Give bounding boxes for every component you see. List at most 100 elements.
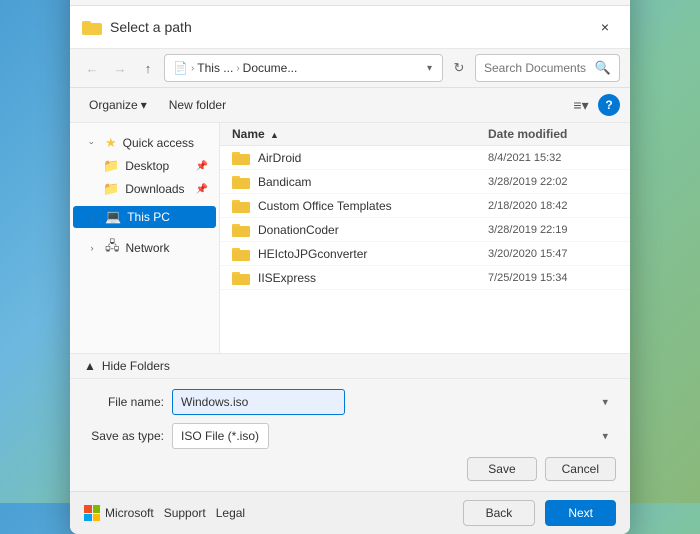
file-rows-container: AirDroid 8/4/2021 15:32 Bandicam 3/28/20… <box>220 146 630 290</box>
downloads-label: Downloads <box>125 182 184 196</box>
bottom-area: File name: Save as type: ISO File (*.iso… <box>70 378 630 491</box>
save-button[interactable]: Save <box>467 457 536 481</box>
path-chevron-1: › <box>191 63 194 74</box>
quick-access-section: › ★ Quick access 📁 Desktop 📌 📁 Downloads… <box>70 129 219 203</box>
hide-folders-row[interactable]: ▲ Hide Folders <box>70 353 630 378</box>
desktop-folder-icon: 📁 <box>103 158 119 174</box>
next-button[interactable]: Next <box>545 500 616 526</box>
support-link[interactable]: Support <box>164 506 206 520</box>
file-name-label: IISExpress <box>258 271 316 285</box>
file-name-label: Bandicam <box>258 175 311 189</box>
sidebar-item-network[interactable]: › 🖧 Network <box>73 234 216 262</box>
network-label: Network <box>126 241 170 255</box>
view-options-button[interactable]: ≡ ▾ <box>568 92 594 118</box>
network-expand-icon: › <box>85 241 99 255</box>
filename-input[interactable] <box>172 389 345 415</box>
filename-row: File name: <box>84 389 616 415</box>
dialog: Windows 11 Setup — × Select a path × ← →… <box>70 0 630 534</box>
file-row-name: DonationCoder <box>232 222 488 237</box>
microsoft-logo: Microsoft <box>84 505 154 521</box>
pin-icon-downloads: 📌 <box>196 184 208 195</box>
address-path: 📄 › AirDroid This ... › Docume... <box>173 61 421 75</box>
file-row-name: IISExpress <box>232 270 488 285</box>
sidebar-item-downloads[interactable]: 📁 Downloads 📌 <box>73 178 216 200</box>
file-row[interactable]: IISExpress 7/25/2019 15:34 <box>220 266 630 290</box>
col-date-header: Date modified <box>488 127 618 141</box>
savetype-label: Save as type: <box>84 429 164 443</box>
cancel-button[interactable]: Cancel <box>545 457 616 481</box>
file-date-label: 3/28/2019 22:19 <box>488 224 618 236</box>
path-part-1: 📄 <box>173 61 188 75</box>
sort-arrow: ▲ <box>270 130 279 140</box>
path-chevron-2: › <box>236 63 239 74</box>
file-row-name: AirDroid <box>232 150 488 165</box>
file-date-label: 8/4/2021 15:32 <box>488 152 618 164</box>
star-icon: ★ <box>105 135 117 151</box>
sidebar-item-quick-access[interactable]: › ★ Quick access <box>73 132 216 154</box>
organize-button[interactable]: Organize ▾ <box>80 94 156 116</box>
pin-icon-desktop: 📌 <box>196 161 208 172</box>
refresh-button[interactable]: ↻ <box>447 56 471 80</box>
address-bar[interactable]: 📄 › AirDroid This ... › Docume... ▾ <box>164 54 443 82</box>
this-pc-expand-icon: › <box>85 210 99 224</box>
file-row-name: Bandicam <box>232 174 488 189</box>
file-date-label: 7/25/2019 15:34 <box>488 272 618 284</box>
desktop-label: Desktop <box>125 159 169 173</box>
folder-icon <box>232 222 250 237</box>
ms-cell-blue <box>84 514 92 522</box>
up-button[interactable]: ↑ <box>136 56 160 80</box>
toolbar: Organize ▾ New folder ≡ ▾ ? <box>70 88 630 123</box>
file-date-label: 2/18/2020 18:42 <box>488 200 618 212</box>
file-name-label: AirDroid <box>258 151 301 165</box>
dialog-title: Select a path <box>110 19 592 35</box>
new-folder-button[interactable]: New folder <box>160 94 235 116</box>
file-row[interactable]: AirDroid 8/4/2021 15:32 <box>220 146 630 170</box>
network-section: › 🖧 Network <box>70 231 219 265</box>
folder-icon <box>232 198 250 213</box>
legal-link[interactable]: Legal <box>216 506 245 520</box>
file-list: Name ▲ Date modified AirDroid 8/4/2021 1… <box>220 123 630 353</box>
back-button[interactable]: ← <box>80 56 104 80</box>
folder-open-icon <box>82 17 102 37</box>
savetype-row: Save as type: ISO File (*.iso) <box>84 423 616 449</box>
organize-label: Organize <box>89 98 138 112</box>
new-folder-label: New folder <box>169 98 226 112</box>
file-list-header: Name ▲ Date modified <box>220 123 630 146</box>
this-pc-label: This PC <box>127 210 170 224</box>
sidebar-item-this-pc[interactable]: › 💻 This PC <box>73 206 216 228</box>
col-name-header: Name ▲ <box>232 127 488 141</box>
file-row[interactable]: DonationCoder 3/28/2019 22:19 <box>220 218 630 242</box>
dialog-close-button[interactable]: × <box>592 14 618 40</box>
filename-input-wrapper <box>172 389 616 415</box>
folder-icon <box>232 150 250 165</box>
hide-folders-label: Hide Folders <box>102 359 170 373</box>
address-dropdown-button[interactable]: ▾ <box>425 63 434 74</box>
organize-dropdown-icon: ▾ <box>141 98 147 112</box>
forward-button[interactable]: → <box>108 56 132 80</box>
file-row[interactable]: Bandicam 3/28/2019 22:02 <box>220 170 630 194</box>
savetype-select[interactable]: ISO File (*.iso) <box>172 423 269 449</box>
help-icon: ? <box>605 98 612 112</box>
help-button[interactable]: ? <box>598 94 620 116</box>
quick-access-expand-icon: › <box>85 136 99 150</box>
folder-icon <box>232 174 250 189</box>
file-row[interactable]: HEIctoJPGconverter 3/20/2020 15:47 <box>220 242 630 266</box>
ms-grid-icon <box>84 505 100 521</box>
file-row[interactable]: Custom Office Templates 2/18/2020 18:42 <box>220 194 630 218</box>
file-row-name: Custom Office Templates <box>232 198 488 213</box>
file-row-name: HEIctoJPGconverter <box>232 246 488 261</box>
search-box: 🔍 <box>475 54 620 82</box>
sidebar-item-desktop[interactable]: 📁 Desktop 📌 <box>73 155 216 177</box>
filename-label: File name: <box>84 395 164 409</box>
view-icon: ≡ <box>573 97 581 113</box>
search-input[interactable] <box>484 61 591 75</box>
ms-cell-green <box>93 505 101 513</box>
quick-access-label: Quick access <box>123 136 194 150</box>
file-date-label: 3/20/2020 15:47 <box>488 248 618 260</box>
back-button-footer[interactable]: Back <box>463 500 536 526</box>
downloads-icon: 📁 <box>103 181 119 197</box>
nav-bar: ← → ↑ 📄 › AirDroid This ... › Docume... … <box>70 49 630 88</box>
file-date-label: 3/28/2019 22:02 <box>488 176 618 188</box>
view-dropdown-icon: ▾ <box>582 97 589 114</box>
this-pc-section: › 💻 This PC <box>70 203 219 231</box>
